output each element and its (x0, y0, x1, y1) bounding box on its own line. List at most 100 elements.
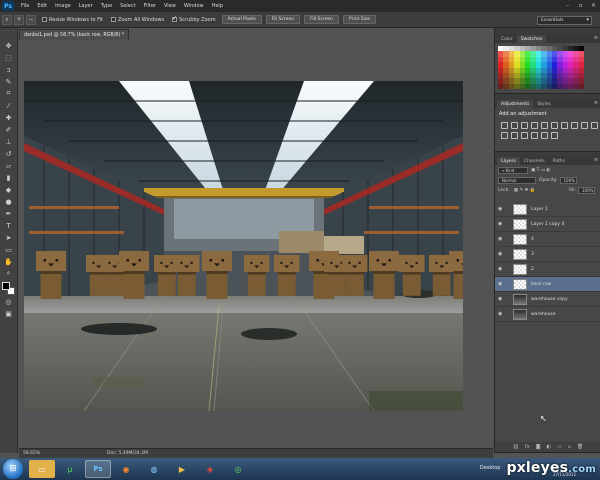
visibility-eye-icon[interactable]: ◉ (498, 236, 505, 242)
layer-row[interactable]: ◉ warehouse copy (495, 292, 600, 307)
threshold-icon[interactable] (531, 132, 538, 139)
healing-brush-icon[interactable]: ✚ (3, 112, 15, 123)
quick-mask-icon[interactable]: ◎ (3, 296, 15, 307)
blend-mode-select[interactable]: Normal (498, 176, 536, 184)
layer-row[interactable]: ◉ Layer 1 copy 4 (495, 217, 600, 232)
menu-filter[interactable]: Filter (140, 3, 160, 9)
maximize-icon[interactable]: ▫ (576, 1, 585, 9)
swatch[interactable] (578, 83, 585, 90)
layer-row[interactable]: ◉ warehouse (495, 307, 600, 322)
layer-row[interactable]: ◉ back row (495, 277, 600, 292)
checkbox-box[interactable] (42, 17, 47, 22)
group-icon[interactable]: ▭ (557, 444, 562, 450)
zoom-in-icon[interactable]: + (14, 14, 24, 25)
media-center-icon[interactable]: ◍ (141, 460, 167, 478)
mask-icon[interactable]: ◙ (536, 444, 541, 450)
visibility-eye-icon[interactable]: ◉ (498, 251, 505, 257)
tab-channels[interactable]: Channels (520, 157, 549, 165)
layer-row[interactable]: ◉ 4 (495, 232, 600, 247)
trash-icon[interactable]: 🗑 (577, 444, 583, 450)
color-balance-icon[interactable] (561, 122, 568, 129)
menu-edit[interactable]: Edit (33, 3, 51, 9)
foreground-color[interactable] (1, 282, 10, 290)
eraser-tool-icon[interactable]: ▱ (3, 160, 15, 171)
panel-menu-icon[interactable]: ≡ (594, 157, 598, 163)
hand-tool-icon[interactable]: ✋ (3, 256, 15, 267)
blur-tool-icon[interactable]: ◆ (3, 184, 15, 195)
start-button[interactable]: ⊞ (3, 459, 23, 479)
move-tool-icon[interactable]: ✥ (3, 40, 15, 51)
gradient-map-icon[interactable] (541, 132, 548, 139)
clone-stamp-icon[interactable]: ⊥ (3, 136, 15, 147)
menu-type[interactable]: Type (97, 3, 116, 9)
doc-info[interactable]: Doc: 5.49M/34.2M (107, 451, 148, 456)
tab-paths[interactable]: Paths (549, 157, 569, 165)
menu-file[interactable]: File (17, 3, 33, 9)
exposure-icon[interactable] (531, 122, 538, 129)
shape-tool-icon[interactable]: ▭ (3, 244, 15, 255)
visibility-eye-icon[interactable]: ◉ (498, 266, 505, 272)
tab-styles[interactable]: Styles (533, 100, 555, 108)
menu-layer[interactable]: Layer (75, 3, 97, 9)
brush-tool-icon[interactable]: ✐ (3, 124, 15, 135)
menu-view[interactable]: View (160, 3, 180, 9)
visibility-eye-icon[interactable]: ◉ (498, 296, 505, 302)
chrome-icon[interactable]: ◎ (225, 460, 251, 478)
zoom-out-icon[interactable]: − (26, 14, 36, 25)
crop-tool-icon[interactable]: ⌗ (3, 88, 15, 99)
fit-screen-button[interactable]: Fit Screen (265, 15, 301, 24)
workspace-select[interactable]: Essentials (537, 16, 592, 25)
document-tab[interactable]: danbo1.psd @ 58.7% (back row, RGB/8) * (19, 29, 129, 40)
visibility-eye-icon[interactable]: ◉ (498, 221, 505, 227)
tab-layers[interactable]: Layers (497, 157, 520, 165)
menu-window[interactable]: Window (180, 3, 208, 9)
zoom-tool-icon[interactable]: ⌕ (3, 268, 15, 279)
path-select-icon[interactable]: ➤ (3, 232, 15, 243)
link-icon[interactable]: ⛓ (513, 444, 519, 450)
curves-icon[interactable] (521, 122, 528, 129)
fill-input[interactable]: 100% (578, 186, 595, 194)
print-size-button[interactable]: Print Size (342, 15, 377, 24)
media-player-icon[interactable]: ▶ (169, 460, 195, 478)
eyedropper-tool-icon[interactable]: ⁄ (3, 100, 15, 111)
visibility-eye-icon[interactable]: ◉ (498, 281, 505, 287)
tab-color[interactable]: Color (497, 35, 517, 43)
history-brush-icon[interactable]: ↺ (3, 148, 15, 159)
actual-pixels-button[interactable]: Actual Pixels (221, 15, 262, 24)
levels-icon[interactable] (511, 122, 518, 129)
minimize-icon[interactable]: – (563, 1, 572, 9)
quick-select-tool-icon[interactable]: ✎ (3, 76, 15, 87)
photoshop-task-icon[interactable]: Ps (85, 460, 111, 478)
desktop-label[interactable]: Desktop (480, 465, 501, 471)
close-icon[interactable]: ✕ (589, 1, 598, 9)
layer-row[interactable]: ◉ 3 (495, 247, 600, 262)
posterize-icon[interactable] (521, 132, 528, 139)
fill-screen-button[interactable]: Fill Screen (304, 15, 339, 24)
checkbox-box[interactable] (172, 15, 177, 22)
color-lookup-icon[interactable] (501, 132, 508, 139)
document-canvas[interactable] (24, 81, 463, 411)
gradient-tool-icon[interactable]: ▮ (3, 172, 15, 183)
type-tool-icon[interactable]: T (3, 220, 15, 231)
invert-icon[interactable] (511, 132, 518, 139)
menu-help[interactable]: Help (208, 3, 227, 9)
zoom-all-windows-checkbox[interactable]: Zoom All Windows (111, 17, 164, 23)
adjustment-layer-icon[interactable]: ◐ (547, 444, 551, 450)
black-white-icon[interactable] (571, 122, 578, 129)
zoom-level[interactable]: 58.65% (19, 451, 47, 456)
layer-row[interactable]: ◉ Layer 1 (495, 202, 600, 217)
menu-image[interactable]: Image (51, 3, 75, 9)
photo-filter-icon[interactable] (581, 122, 588, 129)
selective-color-icon[interactable] (551, 132, 558, 139)
brightness-icon[interactable] (501, 122, 508, 129)
lasso-tool-icon[interactable]: ↄ (3, 64, 15, 75)
dodge-tool-icon[interactable]: ● (3, 196, 15, 207)
checkbox-box[interactable] (111, 17, 116, 22)
color-swatches[interactable] (1, 282, 16, 296)
screen-mode-icon[interactable]: ▣ (3, 308, 15, 319)
swatch-grid[interactable] (498, 46, 585, 90)
explorer-icon[interactable]: ▭ (29, 460, 55, 478)
filter-icons[interactable]: ▣ T ▭ ◐ (531, 168, 550, 173)
vibrance-icon[interactable] (541, 122, 548, 129)
channel-mixer-icon[interactable] (591, 122, 598, 129)
